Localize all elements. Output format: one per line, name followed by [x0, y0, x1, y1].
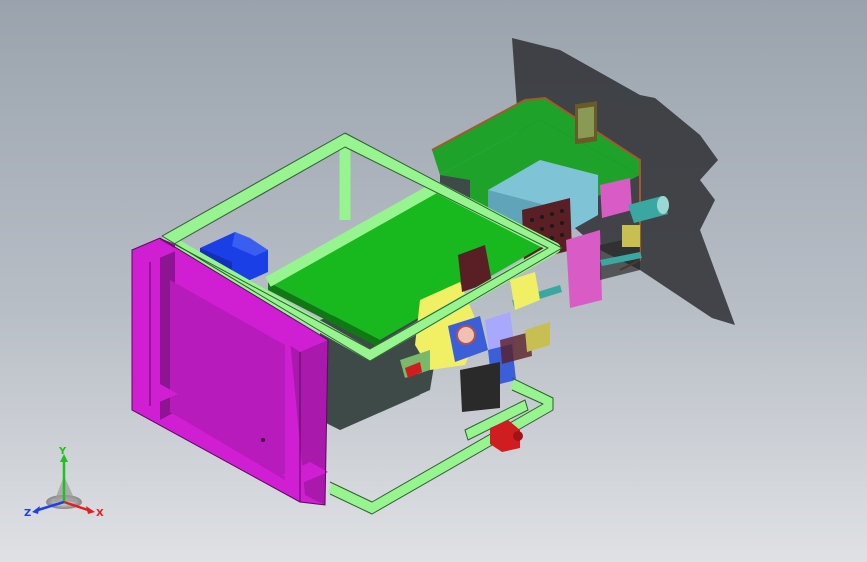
- x-axis-label: X: [96, 508, 104, 519]
- cad-graphics-viewport[interactable]: Y X Z: [0, 0, 867, 562]
- y-axis-label: Y: [58, 446, 67, 457]
- z-axis-label: Z: [24, 508, 31, 519]
- coordinate-triad-icon: Y X Z: [24, 446, 104, 519]
- injection-molding-machine-model[interactable]: [0, 0, 867, 562]
